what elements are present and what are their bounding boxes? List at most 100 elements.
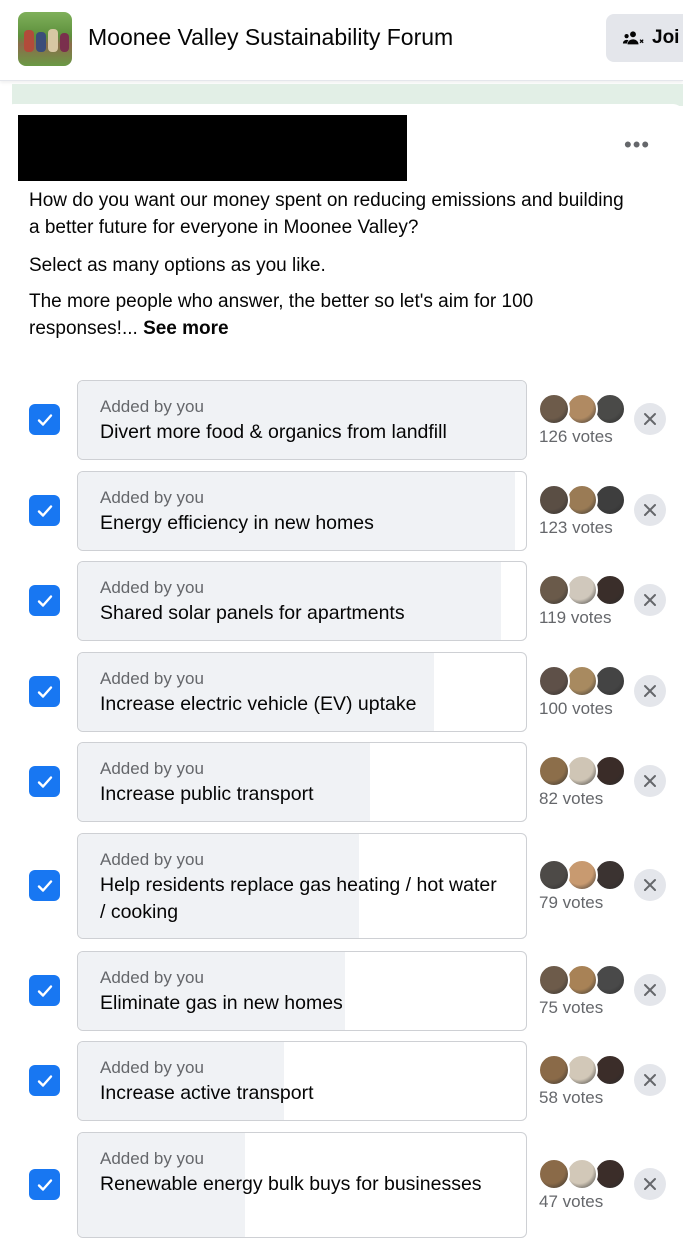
voter-avatar (594, 964, 626, 996)
remove-option-button[interactable] (634, 1168, 666, 1200)
poll-option[interactable]: Added by you Increase electric vehicle (E… (77, 652, 527, 732)
close-icon (644, 775, 656, 787)
checkmark-icon (37, 413, 52, 426)
poll-option-checkbox[interactable] (29, 1065, 60, 1096)
poll-option-vote-count[interactable]: 123 votes (539, 518, 613, 538)
voter-avatar (566, 1158, 598, 1190)
checkmark-icon (37, 775, 52, 788)
voter-avatars[interactable] (538, 755, 628, 787)
close-icon (644, 594, 656, 606)
poll-option[interactable]: Added by you Increase active transport (77, 1041, 527, 1121)
poll-option-vote-count[interactable]: 58 votes (539, 1088, 603, 1108)
join-label: Joi (652, 27, 680, 48)
see-more-link[interactable]: See more (143, 318, 229, 339)
checkmark-icon (37, 685, 52, 698)
remove-option-button[interactable] (634, 403, 666, 435)
join-group-button[interactable]: Joi (606, 14, 683, 62)
voter-avatar (594, 484, 626, 516)
close-icon (644, 413, 656, 425)
voter-avatar (566, 1054, 598, 1086)
remove-option-button[interactable] (634, 1064, 666, 1096)
checkmark-icon (37, 984, 52, 997)
poll-option-added-by: Added by you (100, 578, 204, 597)
poll-option-label: Eliminate gas in new homes (100, 992, 343, 1014)
poll-option[interactable]: Added by you Increase public transport (77, 742, 527, 822)
checkmark-icon (37, 1074, 52, 1087)
voter-avatar (594, 1158, 626, 1190)
poll-option-vote-count[interactable]: 119 votes (539, 608, 611, 628)
poll-option-checkbox[interactable] (29, 1169, 60, 1200)
close-icon (644, 984, 656, 996)
voter-avatars[interactable] (538, 1158, 628, 1190)
poll-option-label: Help residents replace gas heating / hot… (100, 874, 497, 923)
remove-option-button[interactable] (634, 765, 666, 797)
voter-avatar (538, 393, 570, 425)
close-icon (644, 879, 656, 891)
poll-option-added-by: Added by you (100, 1058, 204, 1077)
voter-avatars[interactable] (538, 859, 628, 891)
voter-avatars[interactable] (538, 484, 628, 516)
remove-option-button[interactable] (634, 494, 666, 526)
poll-option[interactable]: Added by you Eliminate gas in new homes (77, 951, 527, 1031)
voter-avatar (566, 665, 598, 697)
voter-avatar (538, 484, 570, 516)
voter-avatars[interactable] (538, 393, 628, 425)
voter-avatar (538, 755, 570, 787)
redacted-author (18, 115, 407, 181)
post-separator (12, 84, 683, 106)
voter-avatar (566, 574, 598, 606)
poll-option-added-by: Added by you (100, 397, 204, 416)
voter-avatars[interactable] (538, 1054, 628, 1086)
remove-option-button[interactable] (634, 584, 666, 616)
voter-avatar (594, 755, 626, 787)
poll-option-label: Energy efficiency in new homes (100, 512, 374, 534)
voter-avatar (566, 859, 598, 891)
poll-option-vote-count[interactable]: 75 votes (539, 998, 603, 1018)
group-avatar[interactable] (18, 12, 72, 66)
voter-avatar (594, 1054, 626, 1086)
poll-option-vote-count[interactable]: 47 votes (539, 1192, 603, 1212)
voter-avatar (538, 859, 570, 891)
voter-avatar (594, 393, 626, 425)
voter-avatar (538, 1054, 570, 1086)
poll-option-label: Increase active transport (100, 1082, 314, 1104)
poll-option-vote-count[interactable]: 100 votes (539, 699, 613, 719)
poll-option[interactable]: Added by you Help residents replace gas h… (77, 833, 527, 939)
poll-option[interactable]: Added by you Energy efficiency in new hom… (77, 471, 527, 551)
poll-option-checkbox[interactable] (29, 975, 60, 1006)
poll-option-checkbox[interactable] (29, 404, 60, 435)
remove-option-button[interactable] (634, 869, 666, 901)
post-paragraph-text: The more people who answer, the better s… (29, 291, 534, 339)
poll-option-vote-count[interactable]: 126 votes (539, 427, 613, 447)
voter-avatar (538, 1158, 570, 1190)
close-icon (644, 504, 656, 516)
poll-option[interactable]: Added by you Divert more food & organics … (77, 380, 527, 460)
poll-option[interactable]: Added by you Renewable energy bulk buys f… (77, 1132, 527, 1238)
voter-avatar (594, 574, 626, 606)
voter-avatar (566, 393, 598, 425)
poll-option-added-by: Added by you (100, 850, 204, 869)
remove-option-button[interactable] (634, 974, 666, 1006)
voter-avatars[interactable] (538, 665, 628, 697)
post-paragraph: How do you want our money spent on reduc… (29, 190, 624, 238)
post-paragraph: Select as many options as you like. (29, 255, 326, 276)
group-name[interactable]: Moonee Valley Sustainability Forum (88, 24, 453, 51)
voter-avatar (538, 574, 570, 606)
poll-option-checkbox[interactable] (29, 870, 60, 901)
poll-option-checkbox[interactable] (29, 766, 60, 797)
poll-option-checkbox[interactable] (29, 676, 60, 707)
checkmark-icon (37, 879, 52, 892)
more-options-icon[interactable]: ••• (624, 132, 650, 158)
voter-avatars[interactable] (538, 574, 628, 606)
poll-option-label: Increase public transport (100, 783, 314, 805)
poll-option-checkbox[interactable] (29, 495, 60, 526)
voter-avatars[interactable] (538, 964, 628, 996)
poll-option-checkbox[interactable] (29, 585, 60, 616)
poll-option[interactable]: Added by you Shared solar panels for apar… (77, 561, 527, 641)
voter-avatar (538, 665, 570, 697)
poll-option-vote-count[interactable]: 79 votes (539, 893, 603, 913)
remove-option-button[interactable] (634, 675, 666, 707)
poll-option-vote-count[interactable]: 82 votes (539, 789, 603, 809)
close-icon (644, 1074, 656, 1086)
poll-option-added-by: Added by you (100, 488, 204, 507)
